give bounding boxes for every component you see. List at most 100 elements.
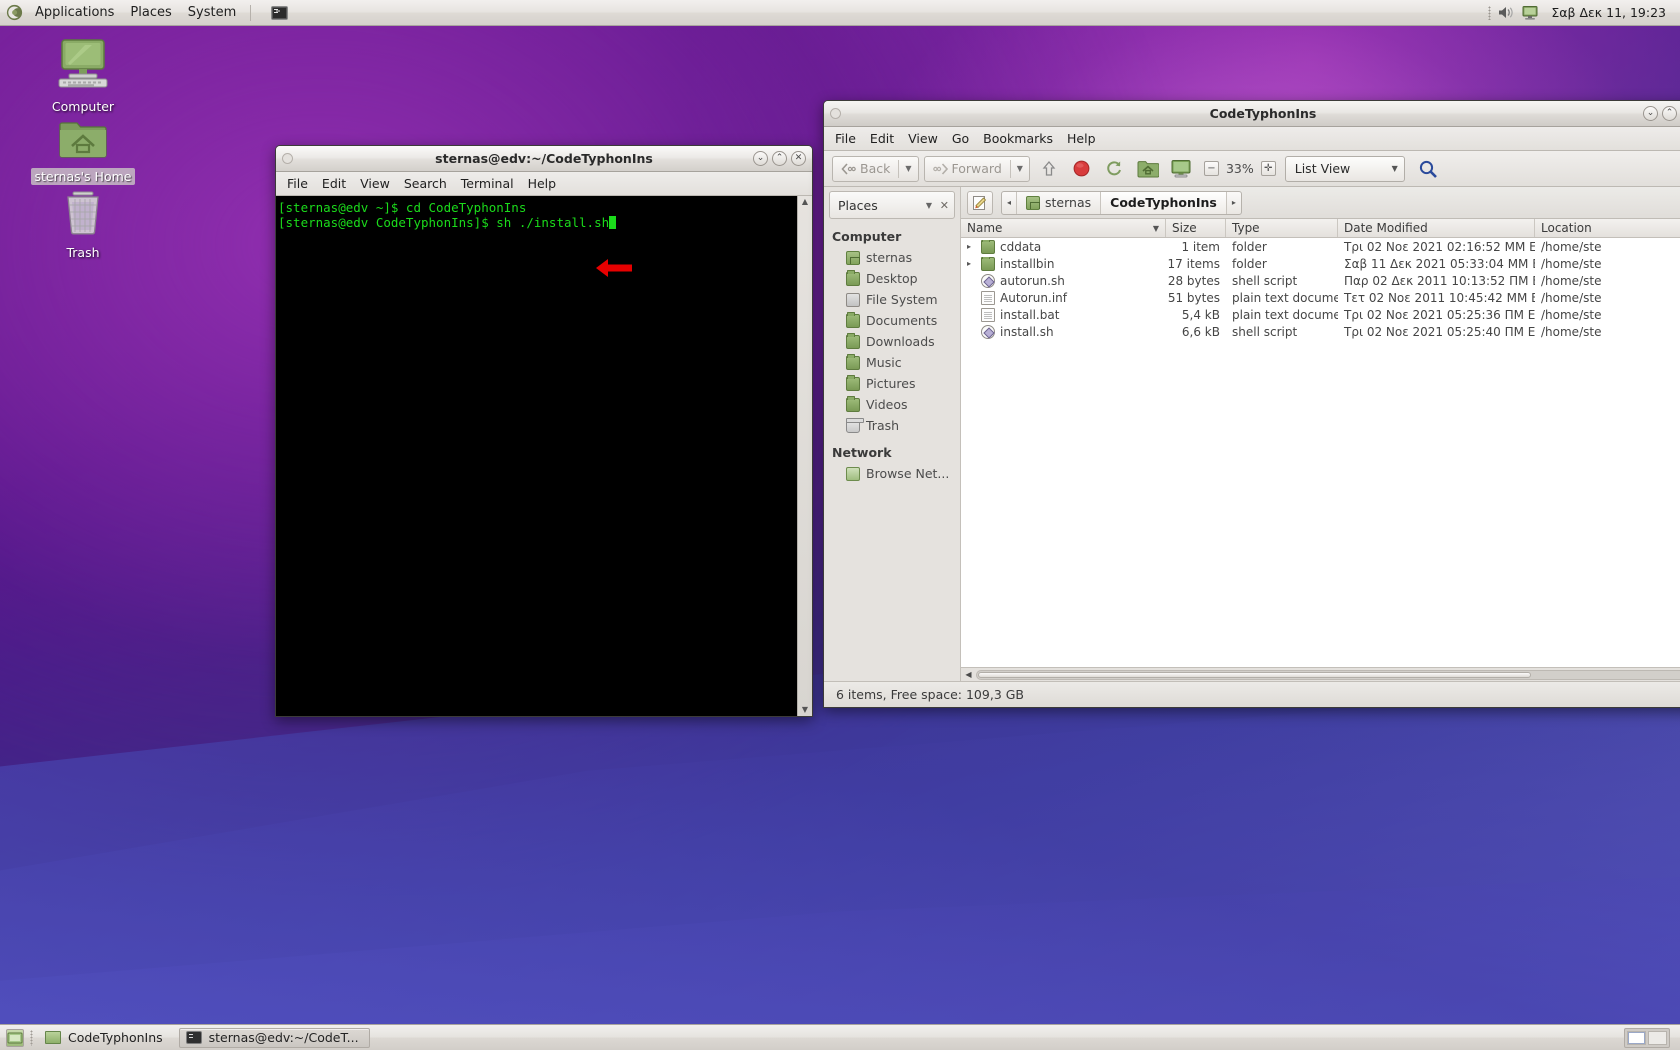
terminal-body[interactable]: [sternas@edv ~]$ cd CodeTyphonIns [stern…	[276, 196, 812, 716]
breadcrumb-next-arrow[interactable]: ▸	[1227, 192, 1241, 214]
terminal-titlebar[interactable]: sternas@edv:~/CodeTyphonIns ⌄ ⌃ ✕	[276, 146, 812, 172]
computer-icon[interactable]	[1167, 156, 1195, 182]
table-row[interactable]: Autorun.inf 51 bytes plain text document…	[961, 289, 1680, 306]
clock[interactable]: Σαβ Δεκ 11, 19:23	[1547, 5, 1670, 20]
sidebar-item-desktop[interactable]: Desktop	[824, 268, 960, 289]
places-selector[interactable]: Places ▼ ✕	[829, 191, 955, 219]
terminal-menu-edit[interactable]: Edit	[315, 174, 353, 193]
fm-menu-bookmarks[interactable]: Bookmarks	[976, 129, 1060, 148]
chevron-down-icon: ▼	[1391, 164, 1398, 173]
terminal-icon[interactable]	[269, 4, 289, 22]
scrollbar-track[interactable]	[976, 669, 1680, 680]
maximize-button[interactable]: ⌃	[772, 151, 787, 166]
breadcrumb-prev-arrow[interactable]: ◂	[1002, 191, 1018, 214]
sidebar-item-documents[interactable]: Documents	[824, 310, 960, 331]
terminal-menu-search[interactable]: Search	[397, 174, 454, 193]
scrollbar-thumb[interactable]	[978, 671, 1532, 678]
desktop-icon-trash[interactable]: Trash	[28, 190, 138, 261]
sidebar-item-label: Pictures	[866, 376, 916, 391]
close-icon[interactable]: ✕	[940, 199, 949, 212]
expander-icon[interactable]: ▸	[967, 259, 976, 268]
fm-menu-file[interactable]: File	[828, 129, 863, 148]
menu-system[interactable]: System	[180, 0, 244, 25]
sidebar-item-file-system[interactable]: File System	[824, 289, 960, 310]
minimize-button[interactable]: ⌄	[753, 151, 768, 166]
taskbar: CodeTyphonIns sternas@edv:~/CodeT...	[0, 1024, 1680, 1050]
sidebar-item-label: File System	[866, 292, 938, 307]
up-arrow-icon[interactable]	[1035, 156, 1063, 182]
minimize-button[interactable]: ⌄	[1643, 106, 1658, 121]
table-row[interactable]: autorun.sh 28 bytes shell script Παρ 02 …	[961, 272, 1680, 289]
scroll-left-icon[interactable]: ◀	[963, 670, 974, 679]
zoom-out-icon[interactable]: −	[1203, 161, 1219, 176]
search-icon[interactable]	[1414, 156, 1442, 182]
terminal-menu-terminal[interactable]: Terminal	[454, 174, 521, 193]
show-desktop-icon[interactable]	[6, 1028, 24, 1047]
column-label: Date Modified	[1344, 221, 1428, 235]
column-header-name[interactable]: Name ▼	[961, 219, 1166, 237]
stop-icon[interactable]	[1068, 156, 1096, 182]
workspace-2[interactable]	[1648, 1030, 1667, 1045]
menu-applications[interactable]: Applications	[27, 0, 122, 25]
network-monitor-icon[interactable]	[1521, 5, 1541, 21]
workspace-switcher[interactable]	[1624, 1027, 1670, 1048]
zoom-reset-icon[interactable]: ✛	[1260, 161, 1276, 176]
terminal-menu-file[interactable]: File	[280, 174, 315, 193]
home-icon[interactable]	[1134, 156, 1162, 182]
forward-history-chevron-icon[interactable]: ▼	[1011, 164, 1029, 173]
column-label: Type	[1232, 221, 1260, 235]
red-left-arrow-annotation	[596, 258, 632, 282]
file-manager-titlebar[interactable]: CodeTyphonIns ⌄ ⌃ ✕	[824, 101, 1680, 127]
sidebar-item-sternas[interactable]: sternas	[824, 247, 960, 268]
gnome-foot-icon[interactable]	[5, 4, 23, 22]
column-header-type[interactable]: Type	[1226, 219, 1338, 237]
table-row[interactable]: install.sh 6,6 kB shell script Τρι 02 Νο…	[961, 323, 1680, 340]
fm-menu-go[interactable]: Go	[945, 129, 976, 148]
breadcrumb-item-codetyphonins[interactable]: CodeTyphonIns	[1101, 191, 1227, 214]
breadcrumb-item-sternas[interactable]: sternas	[1017, 191, 1102, 214]
table-row[interactable]: ▸ installbin 17 items folder Σαβ 11 Δεκ …	[961, 255, 1680, 272]
table-row[interactable]: ▸ cddata 1 item folder Τρι 02 Νοε 2021 0…	[961, 238, 1680, 255]
fm-menu-edit[interactable]: Edit	[863, 129, 901, 148]
expander-icon[interactable]: ▸	[967, 242, 976, 251]
sidebar-item-trash[interactable]: Trash	[824, 415, 960, 436]
close-button[interactable]: ✕	[791, 151, 806, 166]
maximize-button[interactable]: ⌃	[1662, 106, 1677, 121]
desktop-icon-computer[interactable]: Computer	[28, 38, 138, 115]
chevron-down-icon[interactable]: ▼	[926, 201, 932, 210]
window-menu-icon[interactable]	[282, 153, 293, 164]
sidebar-item-browse-network[interactable]: Browse Net...	[824, 463, 960, 484]
column-header-location[interactable]: Location	[1535, 219, 1680, 237]
window-menu-icon[interactable]	[830, 108, 841, 119]
task-button-codetyphonins[interactable]: CodeTyphonIns	[39, 1028, 173, 1048]
edit-location-icon[interactable]	[967, 190, 993, 215]
menu-places[interactable]: Places	[122, 0, 179, 25]
sidebar-item-videos[interactable]: Videos	[824, 394, 960, 415]
terminal-scrollbar[interactable]: ▲ ▼	[797, 196, 812, 716]
sidebar-item-pictures[interactable]: Pictures	[824, 373, 960, 394]
terminal-output[interactable]: [sternas@edv ~]$ cd CodeTyphonIns [stern…	[276, 196, 797, 716]
volume-icon[interactable]	[1497, 5, 1515, 21]
sidebar-item-downloads[interactable]: Downloads	[824, 331, 960, 352]
scroll-down-icon[interactable]: ▼	[802, 706, 808, 714]
terminal-menu-view[interactable]: View	[353, 174, 397, 193]
scroll-up-icon[interactable]: ▲	[802, 198, 808, 206]
back-history-chevron-icon[interactable]: ▼	[899, 164, 917, 173]
forward-button[interactable]: Forward	[925, 157, 1010, 181]
sidebar-item-music[interactable]: Music	[824, 352, 960, 373]
desktop-icon-home[interactable]: sternas's Home	[28, 118, 138, 185]
fm-menu-help[interactable]: Help	[1060, 129, 1103, 148]
fm-menu-view[interactable]: View	[901, 129, 945, 148]
task-button-terminal[interactable]: sternas@edv:~/CodeT...	[178, 1027, 370, 1048]
workspace-1[interactable]	[1627, 1030, 1646, 1045]
reload-icon[interactable]	[1101, 156, 1129, 182]
horizontal-scrollbar[interactable]: ◀ ▶	[961, 667, 1680, 681]
back-button[interactable]: Back	[833, 157, 898, 181]
sidebar-item-label: Browse Net...	[866, 466, 950, 481]
view-mode-select[interactable]: List View ▼	[1284, 155, 1405, 182]
table-row[interactable]: install.bat 5,4 kB plain text document Τ…	[961, 306, 1680, 323]
column-header-size[interactable]: Size	[1166, 219, 1226, 237]
terminal-menu-help[interactable]: Help	[521, 174, 564, 193]
file-name: install.sh	[1000, 324, 1054, 339]
column-header-date-modified[interactable]: Date Modified	[1338, 219, 1535, 237]
